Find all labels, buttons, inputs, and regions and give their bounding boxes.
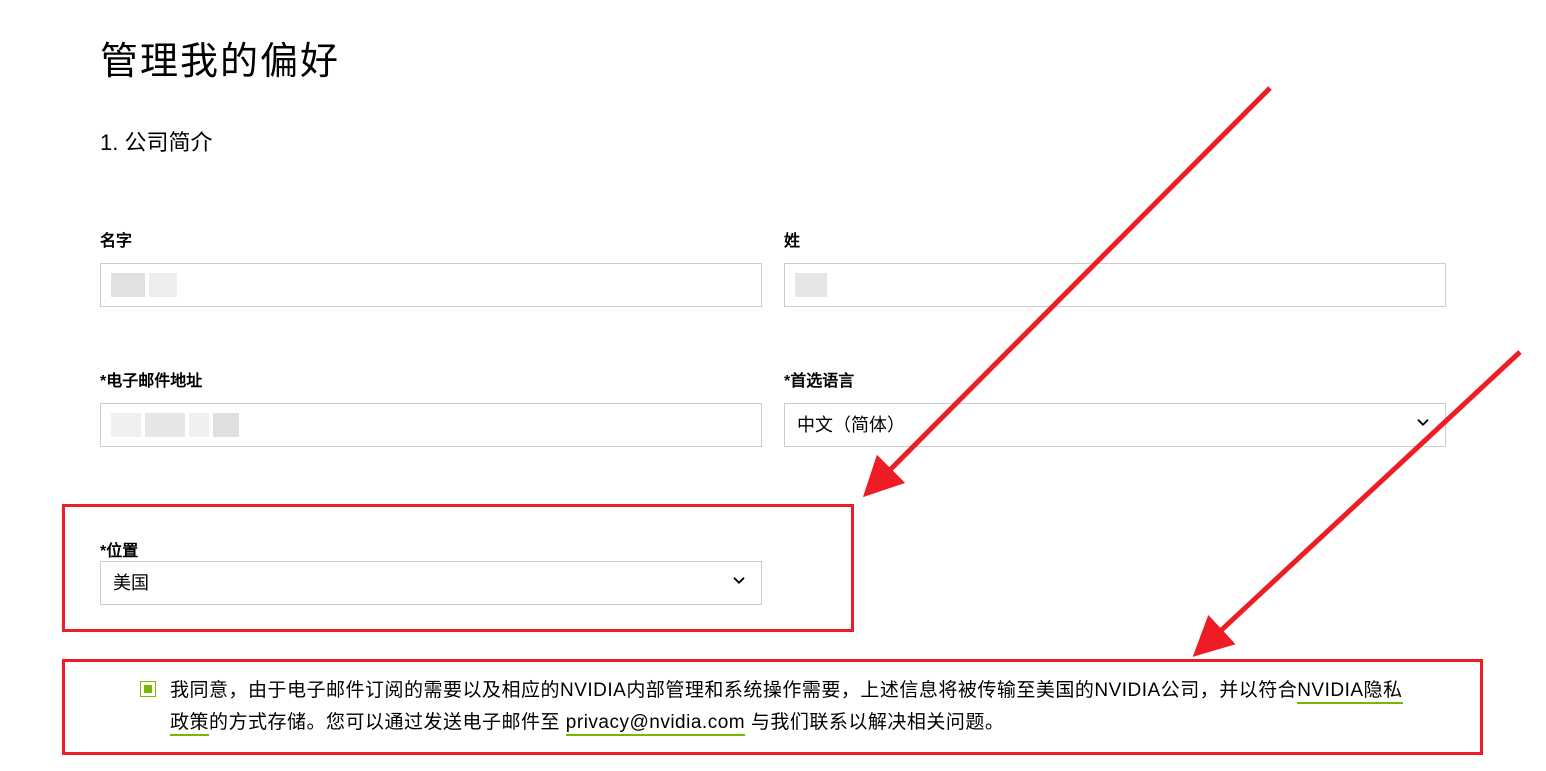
form-row-email-lang: *电子邮件地址 *首选语言 中文（简体） (100, 367, 1446, 447)
consent-text-part1: 我同意，由于电子邮件订阅的需要以及相应的NVIDIA内部管理和系统操作需要，上述… (170, 680, 1297, 701)
language-label: *首选语言 (784, 367, 1446, 391)
checkbox-checked-icon (144, 685, 152, 693)
consent-text-part3: 与我们联系以解决相关问题。 (745, 712, 1004, 733)
email-group: *电子邮件地址 (100, 367, 762, 447)
location-select[interactable]: 美国 (100, 561, 762, 605)
consent-text: 我同意，由于电子邮件订阅的需要以及相应的NVIDIA内部管理和系统操作需要，上述… (170, 675, 1416, 740)
form-row-name: 名字 姓 (100, 227, 1446, 307)
consent-section: 我同意，由于电子邮件订阅的需要以及相应的NVIDIA内部管理和系统操作需要，上述… (100, 665, 1446, 750)
location-label: *位置 (100, 543, 138, 560)
last-name-group: 姓 (784, 227, 1446, 307)
email-input[interactable] (100, 403, 762, 447)
form-row-location: *位置 美国 (100, 507, 1446, 605)
language-group: *首选语言 中文（简体） (784, 367, 1446, 447)
redacted-block (111, 264, 751, 306)
last-name-label: 姓 (784, 227, 1446, 251)
page-title: 管理我的偏好 (100, 30, 1446, 85)
first-name-label: 名字 (100, 227, 762, 251)
consent-text-part2: 的方式存储。您可以通过发送电子邮件至 (209, 712, 566, 733)
first-name-group: 名字 (100, 227, 762, 307)
language-select[interactable]: 中文（简体） (784, 403, 1446, 447)
first-name-input[interactable] (100, 263, 762, 307)
email-label: *电子邮件地址 (100, 367, 762, 391)
location-group: *位置 美国 (100, 537, 762, 605)
redacted-block (795, 264, 1435, 306)
section-heading: 1. 公司简介 (100, 125, 1446, 157)
privacy-email-link[interactable]: privacy@nvidia.com (566, 712, 745, 736)
last-name-input[interactable] (784, 263, 1446, 307)
redacted-block (111, 404, 751, 446)
consent-checkbox[interactable] (140, 681, 156, 697)
